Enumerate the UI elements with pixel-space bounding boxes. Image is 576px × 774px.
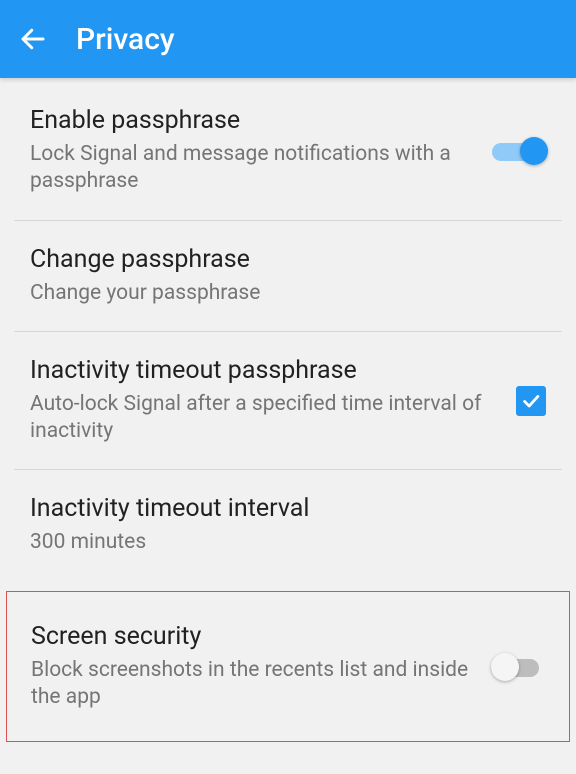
settings-list: Enable passphrase Lock Signal and messag… xyxy=(0,78,576,742)
item-change-passphrase[interactable]: Change passphrase Change your passphrase xyxy=(0,221,576,331)
item-title: Enable passphrase xyxy=(30,106,476,135)
item-control xyxy=(492,137,546,165)
app-header: Privacy xyxy=(0,0,576,78)
item-subtitle: Block screenshots in the recents list an… xyxy=(31,657,475,712)
item-enable-passphrase[interactable]: Enable passphrase Lock Signal and messag… xyxy=(0,82,576,220)
item-title: Screen security xyxy=(31,622,475,651)
item-text: Screen security Block screenshots in the… xyxy=(31,622,491,712)
item-inactivity-timeout-interval[interactable]: Inactivity timeout interval 300 minutes xyxy=(0,470,576,580)
screen-security-switch[interactable] xyxy=(491,653,545,681)
item-title: Inactivity timeout interval xyxy=(30,494,530,523)
item-subtitle: 300 minutes xyxy=(30,529,530,556)
item-subtitle: Lock Signal and message notifications wi… xyxy=(30,141,476,196)
item-title: Inactivity timeout passphrase xyxy=(30,356,500,385)
item-text: Inactivity timeout interval 300 minutes xyxy=(30,494,546,556)
enable-passphrase-switch[interactable] xyxy=(492,137,546,165)
item-subtitle: Auto-lock Signal after a specified time … xyxy=(30,391,500,446)
item-inactivity-timeout-passphrase[interactable]: Inactivity timeout passphrase Auto-lock … xyxy=(0,332,576,470)
back-icon[interactable] xyxy=(18,24,48,54)
inactivity-timeout-checkbox[interactable] xyxy=(516,386,546,416)
item-screen-security[interactable]: Screen security Block screenshots in the… xyxy=(6,591,570,743)
item-title: Change passphrase xyxy=(30,245,530,274)
item-text: Change passphrase Change your passphrase xyxy=(30,245,546,307)
item-text: Enable passphrase Lock Signal and messag… xyxy=(30,106,492,196)
page-title: Privacy xyxy=(76,22,175,57)
item-control xyxy=(491,653,545,681)
item-control xyxy=(516,386,546,416)
item-subtitle: Change your passphrase xyxy=(30,280,530,307)
item-text: Inactivity timeout passphrase Auto-lock … xyxy=(30,356,516,446)
